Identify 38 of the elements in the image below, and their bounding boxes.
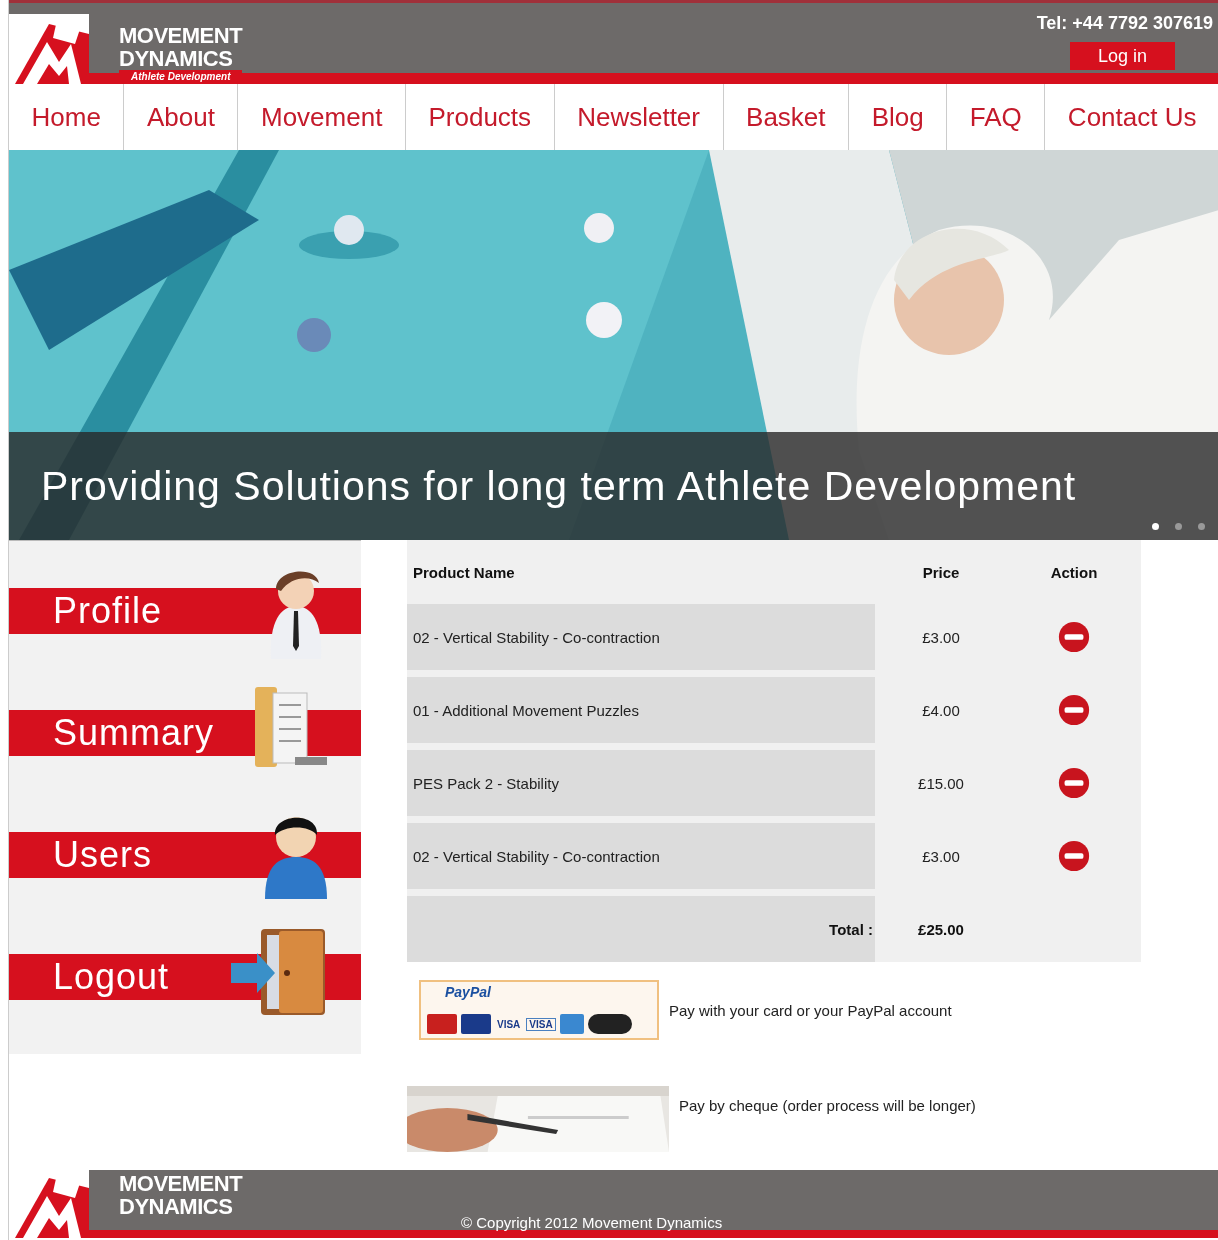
price-cell-text: £4.00 — [921, 701, 961, 719]
brand-tagline: Athlete Development — [119, 70, 243, 84]
sidebar-link[interactable]: Profile — [9, 561, 361, 661]
brand-name: DYNAMICS — [119, 1195, 234, 1218]
paypal-badge[interactable]: PayPal VISA VISA — [419, 980, 659, 1040]
product-name-cell: PES Pack 2 - Stability — [407, 750, 875, 816]
product-name-cell: 02 - Vertical Stability - Co-contraction — [407, 604, 875, 670]
payment-option-text: Pay with your card or your PayPal account — [669, 1001, 952, 1019]
sidebar-link[interactable]: Logout — [9, 927, 361, 1027]
product-name-cell: 02 - Vertical Stability - Co-contraction — [407, 823, 875, 889]
logo-icon — [9, 1168, 89, 1238]
slide-dot[interactable] — [1152, 523, 1159, 530]
brand-name: DYNAMICS — [119, 47, 234, 70]
price-cell-text: £3.00 — [921, 628, 961, 646]
remove-icon[interactable] — [1057, 693, 1091, 727]
sidebar-link[interactable]: Summary — [9, 683, 361, 783]
copyright-text: © Copyright 2012 Movement Dynamics — [461, 1214, 723, 1231]
price-cell-text: £15.00 — [917, 774, 965, 792]
slide-dot[interactable] — [1198, 523, 1205, 530]
sidebar-link[interactable]: Users — [9, 805, 361, 905]
total-value: £25.00 — [917, 920, 965, 938]
slide-dot[interactable] — [1175, 523, 1182, 530]
total-label: Total : — [829, 920, 873, 938]
nav-link[interactable]: Contact Us — [1045, 84, 1218, 150]
brand-name: MOVEMENT — [119, 24, 243, 47]
brand-name: MOVEMENT — [119, 1172, 243, 1195]
price-cell-text: £3.00 — [921, 847, 961, 865]
remove-icon[interactable] — [1057, 839, 1091, 873]
hero-caption: Providing Solutions for long term Athlete Development — [41, 462, 1077, 510]
remove-icon[interactable] — [1057, 620, 1091, 654]
phone-number: Tel: +44 7792 307619 — [1036, 13, 1213, 34]
login-button[interactable]: Log in — [1069, 42, 1175, 70]
product-name-cell: 01 - Additional Movement Puzzles — [407, 677, 875, 743]
column-header: Price — [921, 563, 961, 581]
payment-option-text: Pay by cheque (order process will be longer) — [679, 1096, 976, 1114]
remove-icon[interactable] — [1057, 766, 1091, 800]
column-header: Action — [1049, 563, 1099, 581]
column-header: Product Name — [412, 563, 516, 581]
